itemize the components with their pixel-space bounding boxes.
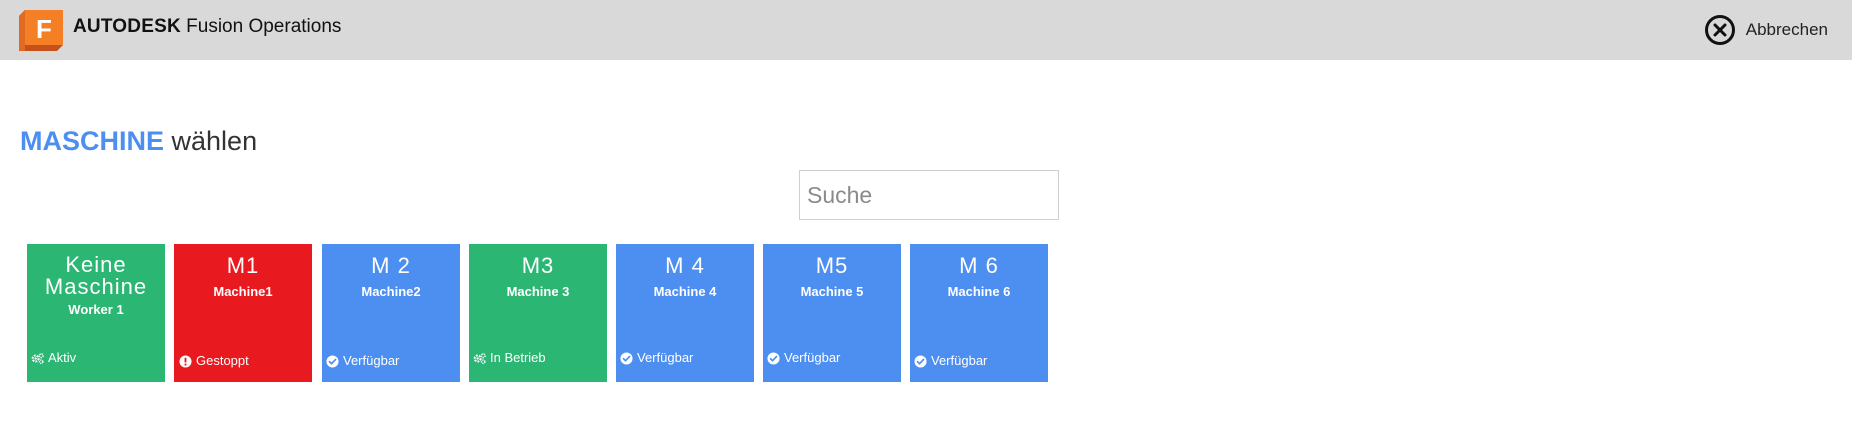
check-circle-icon	[767, 351, 780, 365]
machine-status-label: Gestoppt	[196, 353, 249, 368]
machine-code: M 2	[371, 253, 411, 278]
fusion-logo: F	[19, 10, 63, 51]
machine-name: Machine 6	[947, 284, 1011, 299]
machine-status: Verfügbar	[620, 350, 693, 366]
cancel-button[interactable]: Abbrechen	[1704, 14, 1828, 46]
machine-code: M1	[226, 253, 260, 278]
machine-status-label: In Betrieb	[490, 350, 546, 365]
app-title: AUTODESK Fusion Operations	[73, 14, 341, 40]
machine-status: Verfügbar	[767, 350, 840, 366]
gears-icon	[31, 352, 44, 364]
close-circle-icon	[1704, 15, 1735, 45]
machine-status-label: Aktiv	[48, 350, 77, 365]
page-title-rest: wählen	[171, 126, 258, 156]
page-title-highlight: MASCHINE	[20, 126, 165, 156]
machine-status: In Betrieb	[473, 350, 546, 366]
machine-status: Gestoppt	[179, 353, 249, 369]
machine-tile-m1[interactable]: M1 Machine1 Gestoppt	[174, 244, 312, 382]
machine-code: M 4	[665, 253, 705, 278]
machine-tile-m4[interactable]: M 4 Machine 4 Verfügbar	[616, 244, 754, 382]
machine-status-label: Verfügbar	[784, 350, 841, 365]
brand-autodesk: AUTODESK	[73, 16, 181, 37]
machine-status: Verfügbar	[326, 353, 399, 369]
check-circle-icon	[326, 354, 339, 368]
machine-name: Machine 3	[506, 284, 570, 299]
cancel-label: Abbrechen	[1745, 20, 1828, 39]
machine-code: M3	[521, 253, 555, 278]
machine-tile-none[interactable]: Keine Maschine Worker 1 Aktiv	[27, 244, 165, 382]
machine-status-label: Verfügbar	[637, 350, 694, 365]
machine-name: Machine1	[213, 284, 273, 299]
machine-code: M 6	[959, 253, 999, 278]
machine-tile-m3[interactable]: M3 Machine 3 In Betrieb	[469, 244, 607, 382]
top-bar: F AUTODESK Fusion Operations Abbrechen	[0, 0, 1852, 60]
machine-name: Machine2	[361, 284, 421, 299]
machine-tile-m5[interactable]: M5 Machine 5 Verfügbar	[763, 244, 901, 382]
machine-name: Worker 1	[68, 302, 124, 317]
search-input[interactable]	[799, 170, 1059, 220]
machine-code: M5	[815, 253, 849, 278]
exclamation-circle-icon	[179, 354, 192, 368]
machine-code: Keine Maschine	[44, 252, 148, 299]
gears-icon	[473, 352, 486, 364]
check-circle-icon	[914, 354, 927, 368]
brand-product: Fusion Operations	[186, 16, 342, 37]
machine-name: Machine 5	[800, 284, 864, 299]
machine-name: Machine 4	[653, 284, 717, 299]
machine-status-label: Verfügbar	[931, 353, 988, 368]
check-circle-icon	[620, 351, 633, 365]
page-title: MASCHINE wählen	[20, 124, 257, 158]
logo-letter: F	[36, 14, 52, 44]
machine-tile-m6[interactable]: M 6 Machine 6 Verfügbar	[910, 244, 1048, 382]
machine-status-label: Verfügbar	[343, 353, 400, 368]
machine-status: Aktiv	[31, 350, 76, 366]
machine-tile-m2[interactable]: M 2 Machine2 Verfügbar	[322, 244, 460, 382]
machine-status: Verfügbar	[914, 353, 987, 369]
